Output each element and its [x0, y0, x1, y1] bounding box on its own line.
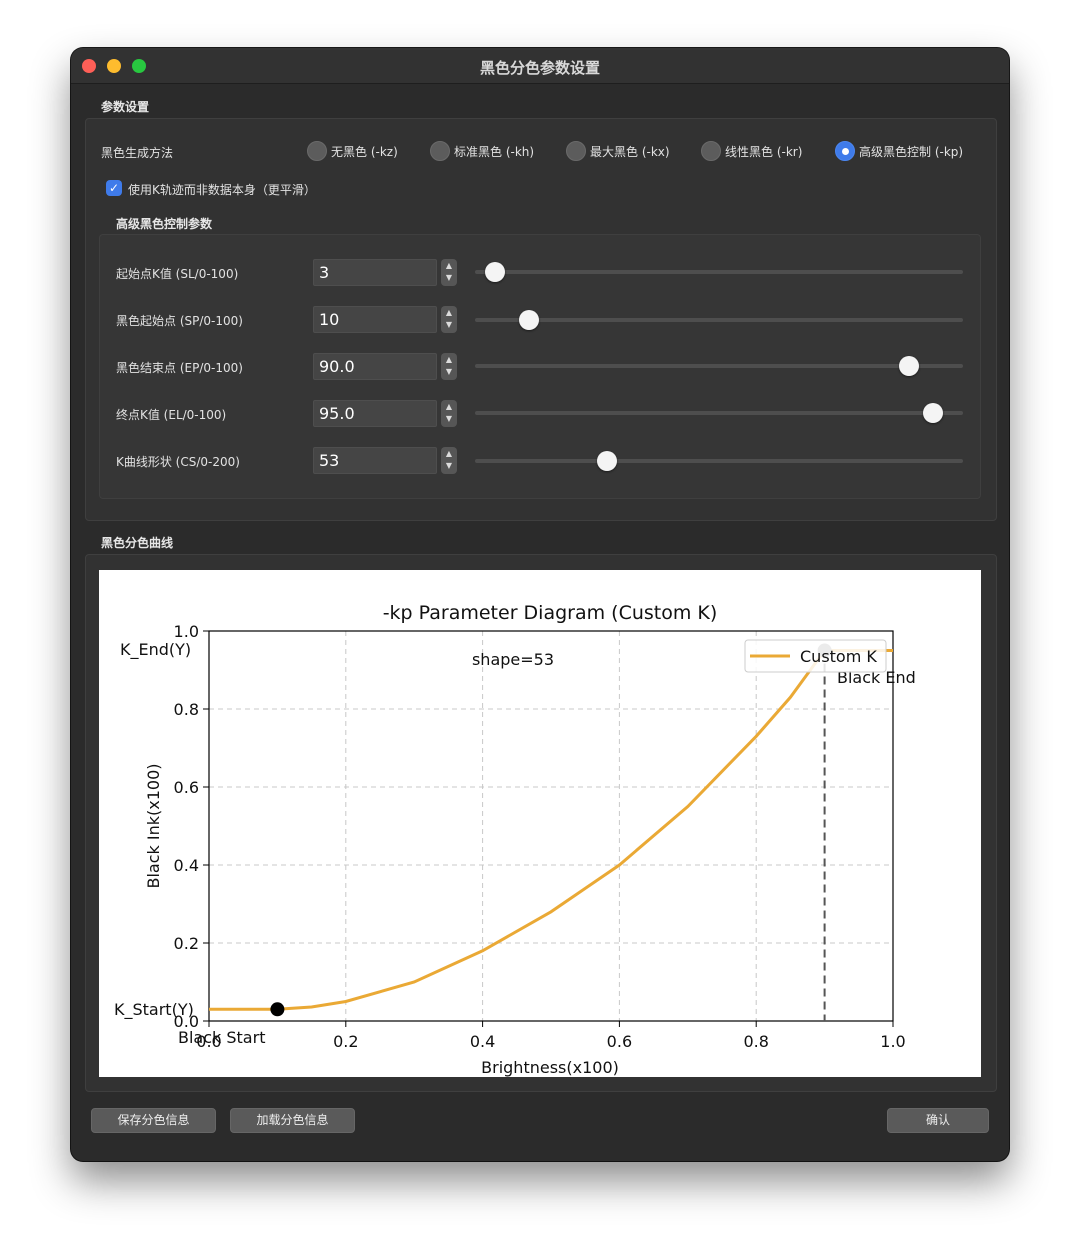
radio-indicator [430, 141, 450, 161]
ep-spinbox[interactable]: 90.0 ▲ ▼ [313, 353, 457, 380]
y-tick-label: 0.6 [174, 778, 199, 797]
x-tick-label: 0.4 [470, 1032, 495, 1051]
sp-input[interactable]: 10 [313, 306, 437, 333]
spin-arrows-icon[interactable]: ▲ ▼ [441, 447, 457, 474]
chart-ylabel: Black Ink(x100) [144, 764, 163, 889]
curve-chart: -kp Parameter Diagram (Custom K) 0.0 0.2 0… [114, 602, 916, 1077]
radio-max-black[interactable]: 最大黑色 (-kx) [566, 140, 670, 162]
chart-markers [270, 643, 832, 1017]
method-label: 黑色生成方法 [101, 146, 174, 160]
radio-label: 线性黑色 (-kr) [725, 144, 803, 159]
series-custom-k [209, 649, 893, 1011]
y-tick-label: 1.0 [174, 622, 199, 641]
load-separation-button[interactable]: 加载分色信息 [230, 1108, 355, 1133]
y-tick-label: 0.4 [174, 856, 199, 875]
curve-plot-canvas: -kp Parameter Diagram (Custom K) 0.0 0.2 0… [99, 570, 981, 1077]
curve-group-title: 黑色分色曲线 [101, 536, 174, 550]
k-end-annotation: K_End(Y) [120, 640, 191, 660]
sl-spinbox[interactable]: 3 ▲ ▼ [313, 259, 457, 286]
sl-label: 起始点K值 (SL/0-100) [116, 267, 239, 281]
el-slider[interactable] [475, 403, 963, 423]
radio-label: 高级黑色控制 (-kp) [859, 144, 964, 159]
legend-label: Custom K [800, 647, 877, 666]
el-input[interactable]: 95.0 [313, 400, 437, 427]
use-k-locus-label: 使用K轨迹而非数据本身（更平滑） [128, 183, 316, 197]
black-start-marker [270, 1002, 285, 1017]
slider-track [475, 270, 963, 274]
x-tick-label: 0.2 [333, 1032, 358, 1051]
radio-no-black[interactable]: 无黑色 (-kz) [307, 140, 398, 162]
cs-spinbox[interactable]: 53 ▲ ▼ [313, 447, 457, 474]
sp-slider[interactable] [475, 310, 963, 330]
chart-grid [208, 630, 894, 1022]
radio-standard-black[interactable]: 标准黑色 (-kh) [430, 140, 534, 162]
slider-handle[interactable] [485, 262, 506, 282]
spin-arrows-icon[interactable]: ▲ ▼ [441, 306, 457, 333]
black-start-annotation: Black Start [178, 1028, 265, 1047]
slider-handle[interactable] [597, 451, 618, 471]
ep-input[interactable]: 90.0 [313, 353, 437, 380]
save-separation-button[interactable]: 保存分色信息 [91, 1108, 216, 1133]
ep-label: 黑色结束点 (EP/0-100) [116, 361, 243, 375]
sl-slider[interactable] [475, 262, 963, 282]
radio-indicator [566, 141, 586, 161]
cs-slider[interactable] [475, 451, 963, 471]
cs-input[interactable]: 53 [313, 447, 437, 474]
cs-label: K曲线形状 (CS/0-200) [116, 455, 240, 469]
x-tick-label: 0.6 [607, 1032, 632, 1051]
spin-arrows-icon[interactable]: ▲ ▼ [441, 353, 457, 380]
chart-axes-frame [208, 630, 894, 1022]
slider-handle[interactable] [899, 356, 920, 376]
slider-handle[interactable] [923, 403, 944, 423]
y-tick-label: 0.8 [174, 700, 199, 719]
y-tick-label: 0.2 [174, 934, 199, 953]
spin-arrows-icon[interactable]: ▲ ▼ [441, 259, 457, 286]
slider-handle[interactable] [518, 310, 539, 330]
sp-label: 黑色起始点 (SP/0-100) [116, 314, 243, 328]
el-spinbox[interactable]: 95.0 ▲ ▼ [313, 400, 457, 427]
radio-linear-black[interactable]: 线性黑色 (-kr) [701, 140, 802, 162]
spin-arrows-icon[interactable]: ▲ ▼ [441, 400, 457, 427]
el-label: 终点K值 (EL/0-100) [116, 408, 227, 422]
slider-track [475, 459, 963, 463]
chart-legend: Custom K [744, 639, 887, 673]
radio-indicator [701, 141, 721, 161]
radio-label: 最大黑色 (-kx) [590, 144, 670, 159]
advanced-group-title: 高级黑色控制参数 [116, 217, 213, 231]
title-bar: 黑色分色参数设置 [71, 48, 1009, 84]
dialog-window: 黑色分色参数设置 参数设置 黑色生成方法 无黑色 (-kz) 标准黑色 (-kh… [71, 48, 1009, 1161]
slider-track [475, 364, 963, 368]
sl-input[interactable]: 3 [313, 259, 437, 286]
params-group-title: 参数设置 [101, 100, 150, 114]
slider-track [475, 318, 963, 322]
radio-label: 标准黑色 (-kh) [454, 144, 535, 159]
radio-advanced-black[interactable]: 高级黑色控制 (-kp) [835, 140, 963, 162]
confirm-button[interactable]: 确认 [887, 1108, 989, 1133]
shape-annotation: shape=53 [472, 650, 554, 669]
ep-slider[interactable] [475, 356, 963, 376]
chart-xlabel: Brightness(x100) [481, 1058, 619, 1077]
x-tick-label: 1.0 [880, 1032, 905, 1051]
radio-indicator-checked [835, 141, 855, 161]
slider-track [475, 411, 963, 415]
chart-title: -kp Parameter Diagram (Custom K) [383, 602, 718, 624]
window-title: 黑色分色参数设置 [479, 59, 600, 77]
use-k-locus-checkbox[interactable]: ✓ [106, 180, 122, 196]
x-tick-label: 0.8 [743, 1032, 768, 1051]
radio-indicator [307, 141, 327, 161]
radio-label: 无黑色 (-kz) [331, 144, 398, 159]
sp-spinbox[interactable]: 10 ▲ ▼ [313, 306, 457, 333]
k-start-annotation: K_Start(Y) [114, 1000, 194, 1020]
chart-ticks: 0.0 0.2 0.4 0.6 0.8 1.00.00.20.40.60.81.0 [174, 622, 906, 1051]
